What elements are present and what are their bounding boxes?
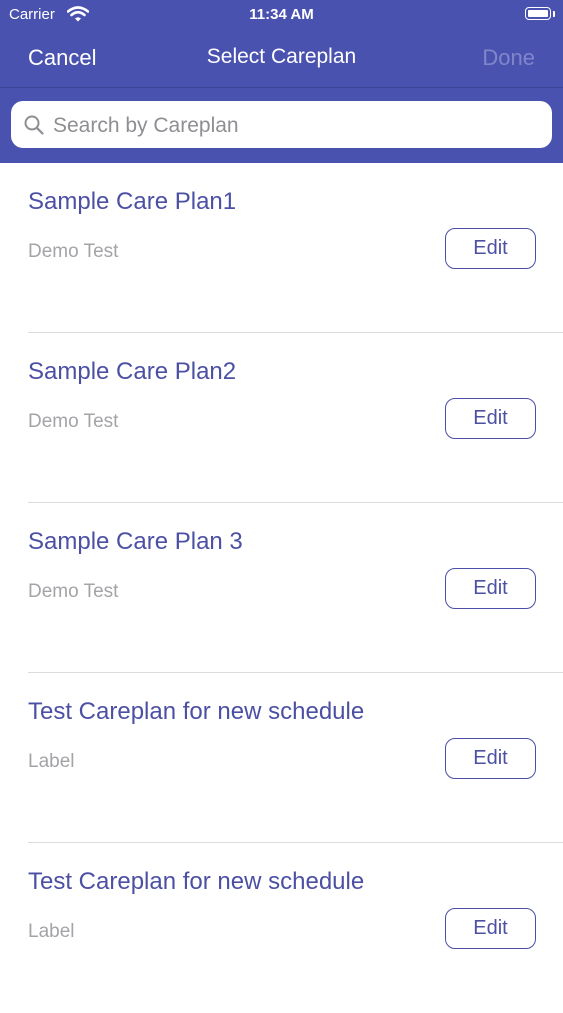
battery-icon: [525, 7, 551, 20]
careplan-subtitle: Demo Test: [28, 411, 119, 432]
careplan-title: Test Careplan for new schedule: [28, 868, 365, 895]
cancel-button[interactable]: Cancel: [28, 45, 96, 71]
clock-time: 11:34 AM: [249, 6, 314, 23]
edit-button[interactable]: Edit: [445, 228, 536, 269]
battery-cap: [553, 11, 555, 17]
careplan-title: Test Careplan for new schedule: [28, 698, 365, 725]
edit-button[interactable]: Edit: [445, 568, 536, 609]
careplan-title: Sample Care Plan1: [28, 188, 237, 215]
edit-button[interactable]: Edit: [445, 398, 536, 439]
careplan-subtitle: Demo Test: [28, 241, 119, 262]
done-button[interactable]: Done: [482, 45, 535, 71]
careplan-subtitle: Label: [28, 921, 75, 942]
careplan-title: Sample Care Plan2: [28, 358, 237, 385]
careplan-subtitle: Label: [28, 751, 75, 772]
navigation-bar: Cancel Select Careplan Done: [0, 30, 563, 87]
careplan-row[interactable]: Sample Care Plan2 Demo Test Edit: [0, 333, 563, 503]
careplan-title: Sample Care Plan 3: [28, 528, 243, 555]
edit-button[interactable]: Edit: [445, 908, 536, 949]
careplan-subtitle: Demo Test: [28, 581, 119, 602]
careplan-list: Sample Care Plan1 Demo Test Edit Sample …: [0, 163, 563, 1013]
careplan-row[interactable]: Test Careplan for new schedule Label Edi…: [0, 843, 563, 1013]
search-input[interactable]: [51, 101, 545, 150]
search-field-container[interactable]: [11, 101, 552, 150]
careplan-row[interactable]: Test Careplan for new schedule Label Edi…: [0, 673, 563, 843]
edit-button[interactable]: Edit: [445, 738, 536, 779]
status-bar: Carrier 11:34 AM: [0, 0, 563, 30]
careplan-row[interactable]: Sample Care Plan1 Demo Test Edit: [0, 163, 563, 333]
search-bar: [0, 88, 563, 163]
search-icon: [24, 115, 44, 135]
careplan-row[interactable]: Sample Care Plan 3 Demo Test Edit: [0, 503, 563, 673]
